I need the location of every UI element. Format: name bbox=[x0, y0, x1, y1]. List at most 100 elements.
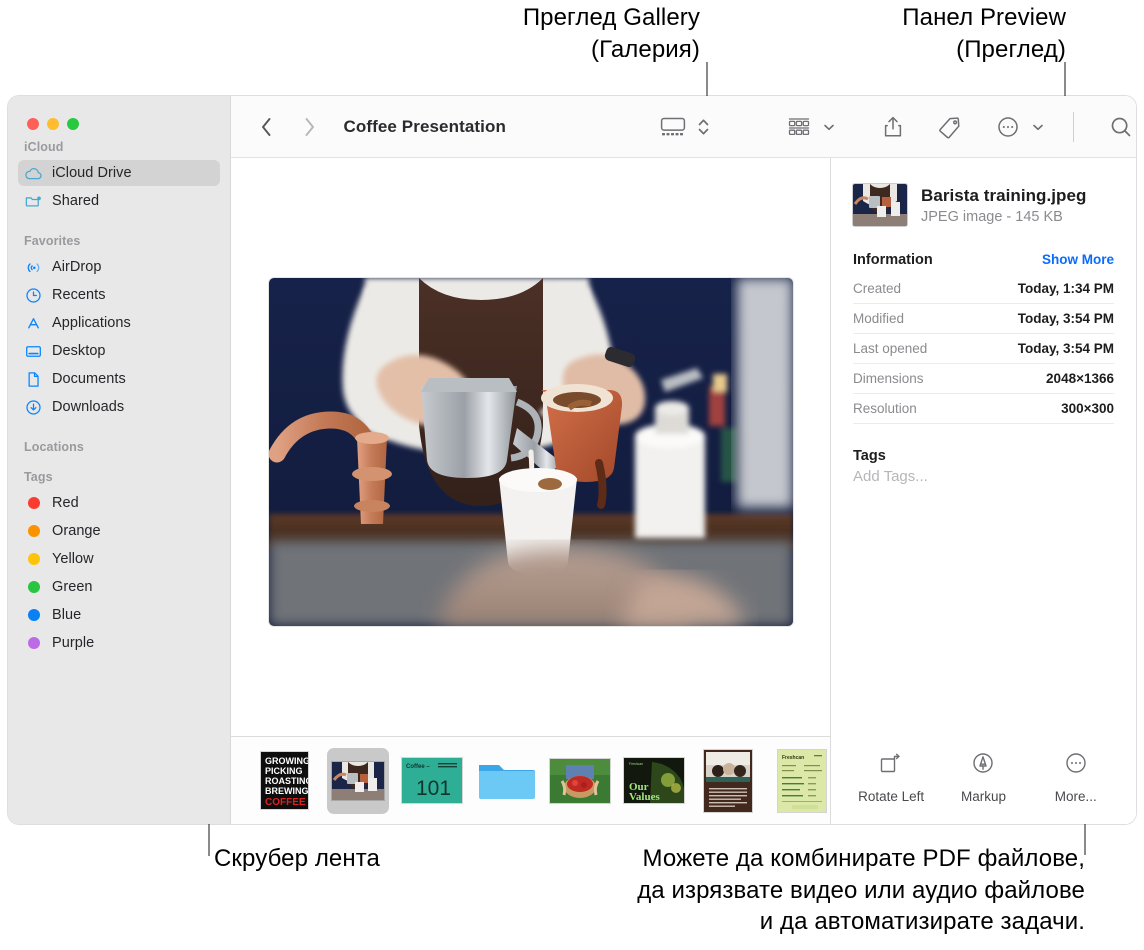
markup-button[interactable]: Markup bbox=[940, 751, 1026, 804]
sidebar-item-label: Downloads bbox=[52, 399, 124, 415]
thumbnail-item[interactable]: Coffee – 101 bbox=[401, 748, 463, 814]
sidebar-section-tags-title: Tags bbox=[8, 458, 230, 488]
information-title: Information bbox=[853, 252, 933, 268]
sidebar-item-applications[interactable]: Applications bbox=[18, 310, 220, 336]
rotate-left-button[interactable]: Rotate Left bbox=[848, 751, 934, 804]
sidebar-item-downloads[interactable]: Downloads bbox=[18, 394, 220, 420]
thumbnail-item[interactable]: Freshcan Our Values bbox=[623, 748, 685, 814]
info-row-resolution: Resolution 300×300 bbox=[853, 394, 1114, 424]
thumbnail-item[interactable]: Freshcan bbox=[771, 748, 833, 814]
sidebar-item-label: Yellow bbox=[52, 551, 94, 567]
content-row: GROWING PICKING ROASTING BREWING COFFEE bbox=[231, 158, 1136, 824]
sidebar-item-label: Blue bbox=[52, 607, 81, 623]
sidebar-item-desktop[interactable]: Desktop bbox=[18, 338, 220, 364]
zoom-button[interactable] bbox=[67, 118, 79, 130]
sidebar-item-tag-yellow[interactable]: Yellow bbox=[18, 546, 220, 572]
close-button[interactable] bbox=[27, 118, 39, 130]
group-by-icon[interactable] bbox=[782, 112, 816, 142]
sidebar-item-tag-orange[interactable]: Orange bbox=[18, 518, 220, 544]
page-title: Coffee Presentation bbox=[343, 117, 506, 137]
info-value: Today, 3:54 PM bbox=[1018, 311, 1114, 326]
file-name: Barista training.jpeg bbox=[921, 186, 1086, 206]
tag-dot-icon bbox=[24, 606, 43, 625]
info-key: Resolution bbox=[853, 401, 917, 416]
thumbnail-item[interactable] bbox=[697, 748, 759, 814]
preview-content: Barista training.jpeg JPEG image - 145 K… bbox=[831, 158, 1136, 738]
thumbnail-item[interactable] bbox=[549, 748, 611, 814]
svg-text:Values: Values bbox=[629, 791, 660, 803]
our-values-slide-thumbnail: Freshcan Our Values bbox=[624, 758, 684, 803]
svg-text:Freshcan: Freshcan bbox=[629, 762, 643, 766]
clock-icon bbox=[24, 286, 43, 305]
sidebar-item-documents[interactable]: Documents bbox=[18, 366, 220, 392]
chevron-down-icon[interactable] bbox=[820, 112, 838, 142]
preview-actions: Rotate Left Markup bbox=[831, 738, 1136, 824]
back-arrow-icon[interactable] bbox=[255, 114, 278, 140]
sidebar-item-tag-red[interactable]: Red bbox=[18, 490, 220, 516]
desktop-icon bbox=[24, 342, 43, 361]
rotate-left-icon bbox=[878, 751, 904, 780]
sidebar-item-label: Shared bbox=[52, 193, 99, 209]
more-button[interactable]: More... bbox=[1033, 751, 1119, 804]
hero-image[interactable] bbox=[269, 278, 793, 626]
svg-text:Freshcan: Freshcan bbox=[782, 755, 804, 761]
action-label: More... bbox=[1055, 789, 1097, 804]
tag-icon[interactable] bbox=[934, 112, 964, 142]
tag-dot-icon bbox=[24, 494, 43, 513]
sidebar-item-label: Recents bbox=[52, 287, 106, 303]
sidebar-item-shared[interactable]: Shared bbox=[18, 188, 220, 214]
svg-text:ROASTING: ROASTING bbox=[265, 776, 308, 786]
info-row-dimensions: Dimensions 2048×1366 bbox=[853, 364, 1114, 394]
file-meta: JPEG image - 145 KB bbox=[921, 209, 1086, 225]
add-tags-field[interactable]: Add Tags... bbox=[853, 468, 1114, 485]
airdrop-icon bbox=[24, 258, 43, 277]
sidebar-item-label: AirDrop bbox=[52, 259, 102, 275]
screenshot-root: Преглед Gallery (Галерия) Панел Preview … bbox=[0, 0, 1144, 950]
tags-section: Tags Add Tags... bbox=[853, 448, 1114, 485]
markup-icon bbox=[971, 751, 995, 780]
show-more-link[interactable]: Show More bbox=[1042, 252, 1114, 267]
gallery-column: GROWING PICKING ROASTING BREWING COFFEE bbox=[231, 158, 830, 824]
icloud-icon bbox=[24, 164, 43, 183]
share-icon[interactable] bbox=[878, 112, 908, 142]
info-key: Last opened bbox=[853, 341, 927, 356]
sidebar-item-tag-green[interactable]: Green bbox=[18, 574, 220, 600]
thumbnail-item[interactable] bbox=[475, 748, 537, 814]
sidebar-item-tag-blue[interactable]: Blue bbox=[18, 602, 220, 628]
sidebar-item-label: iCloud Drive bbox=[52, 165, 132, 181]
thumbnail-item[interactable]: GROWING PICKING ROASTING BREWING COFFEE bbox=[253, 748, 315, 814]
downloads-icon bbox=[24, 398, 43, 417]
document-icon bbox=[24, 370, 43, 389]
sidebar-item-label: Orange bbox=[52, 523, 101, 539]
forward-arrow-icon[interactable] bbox=[298, 114, 321, 140]
sidebar-section-favorites-title: Favorites bbox=[8, 216, 230, 252]
svg-text:Coffee –: Coffee – bbox=[406, 764, 430, 770]
team-meeting-document-thumbnail bbox=[704, 750, 752, 812]
minimize-button[interactable] bbox=[47, 118, 59, 130]
chevron-down-icon[interactable] bbox=[1029, 112, 1047, 142]
svg-text:COFFEE: COFFEE bbox=[265, 797, 306, 808]
coffee-cherries-thumbnail bbox=[550, 759, 610, 803]
gallery-view-icon[interactable] bbox=[656, 112, 690, 142]
view-controls bbox=[656, 112, 714, 142]
info-row-created: Created Today, 1:34 PM bbox=[853, 274, 1114, 304]
tags-title: Tags bbox=[853, 448, 1114, 464]
info-value: Today, 3:54 PM bbox=[1018, 341, 1114, 356]
sidebar: iCloud iCloud Drive Shared bbox=[8, 96, 230, 824]
thumbnail-item-selected[interactable] bbox=[327, 748, 389, 814]
view-stepper-icon[interactable] bbox=[694, 112, 714, 142]
sidebar-item-tag-purple[interactable]: Purple bbox=[18, 630, 220, 656]
sidebar-item-icloud-drive[interactable]: iCloud Drive bbox=[18, 160, 220, 186]
sidebar-item-airdrop[interactable]: AirDrop bbox=[18, 254, 220, 280]
more-ellipsis-icon[interactable] bbox=[991, 112, 1025, 142]
shared-folder-icon bbox=[24, 192, 43, 211]
scrubber-bar[interactable]: GROWING PICKING ROASTING BREWING COFFEE bbox=[231, 736, 830, 824]
invoice-document-thumbnail: Freshcan bbox=[778, 750, 826, 812]
sidebar-item-label: Desktop bbox=[52, 343, 106, 359]
sidebar-item-recents[interactable]: Recents bbox=[18, 282, 220, 308]
file-thumbnail bbox=[853, 184, 907, 226]
callout-preview-pane: Панел Preview (Преглед) bbox=[800, 2, 1066, 65]
info-row-last-opened: Last opened Today, 3:54 PM bbox=[853, 334, 1114, 364]
search-icon[interactable] bbox=[1106, 112, 1136, 142]
file-header: Barista training.jpeg JPEG image - 145 K… bbox=[853, 184, 1114, 226]
